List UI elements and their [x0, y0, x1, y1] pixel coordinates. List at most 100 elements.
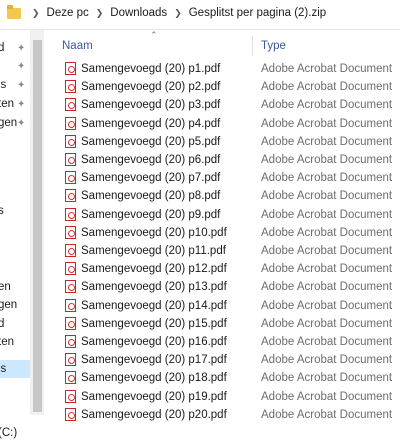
pdf-file-icon: [65, 225, 76, 239]
pdf-file-icon: [65, 389, 76, 403]
file-row[interactable]: Samengevoegd (20) p17.pdf Adobe Acrobat …: [46, 351, 400, 369]
file-name: Samengevoegd (20) p5.pdf: [81, 135, 221, 148]
pin-icon[interactable]: ✦: [17, 80, 25, 91]
pdf-file-icon: [65, 280, 76, 294]
pdf-file-icon: [65, 189, 76, 203]
file-type: Adobe Acrobat Document: [261, 317, 393, 330]
file-row[interactable]: Samengevoegd (20) p20.pdf Adobe Acrobat …: [46, 406, 400, 424]
nav-scrollbar-thumb[interactable]: [33, 40, 42, 412]
nav-item[interactable]: (C:): [0, 424, 46, 442]
file-type: Adobe Acrobat Document: [261, 263, 393, 276]
pdf-file-icon: [65, 371, 76, 385]
pin-icon[interactable]: ✦: [17, 118, 25, 129]
file-type: Adobe Acrobat Document: [261, 117, 393, 130]
address-bar[interactable]: ❯ Deze pc ❯ Downloads ❯ Gesplitst per pa…: [0, 0, 400, 30]
pdf-file-icon: [65, 80, 76, 94]
file-name: Samengevoegd (20) p8.pdf: [81, 190, 221, 203]
file-row[interactable]: Samengevoegd (20) p15.pdf Adobe Acrobat …: [46, 315, 400, 333]
nav-item-label: ten: [0, 98, 14, 110]
file-row[interactable]: Samengevoegd (20) p13.pdf Adobe Acrobat …: [46, 278, 400, 296]
pin-icon[interactable]: ✦: [17, 43, 25, 54]
file-row[interactable]: Samengevoegd (20) p5.pdf Adobe Acrobat D…: [46, 133, 400, 151]
file-type: Adobe Acrobat Document: [261, 390, 393, 403]
file-row[interactable]: Samengevoegd (20) p11.pdf Adobe Acrobat …: [46, 242, 400, 260]
nav-item-label: gen: [0, 299, 18, 311]
breadcrumb-item-downloads[interactable]: Downloads: [110, 7, 167, 19]
nav-item-label: d: [0, 42, 5, 54]
chevron-right-icon[interactable]: ❯: [96, 8, 104, 19]
file-type: Adobe Acrobat Document: [261, 226, 393, 239]
breadcrumb-item-zip[interactable]: Gesplitst per pagina (2).zip: [189, 7, 326, 19]
sort-ascending-icon: ⌃: [150, 30, 158, 40]
breadcrumb-item-this-pc[interactable]: Deze pc: [47, 7, 89, 19]
file-type: Adobe Acrobat Document: [261, 299, 393, 312]
file-name: Samengevoegd (20) p10.pdf: [81, 226, 227, 239]
file-name: Samengevoegd (20) p14.pdf: [81, 299, 227, 312]
file-name: Samengevoegd (20) p13.pdf: [81, 281, 227, 294]
file-name: Samengevoegd (20) p19.pdf: [81, 390, 227, 403]
file-name: Samengevoegd (20) p1.pdf: [81, 63, 221, 75]
file-name: Samengevoegd (20) p2.pdf: [81, 81, 221, 94]
file-type: Adobe Acrobat Document: [261, 281, 393, 294]
pdf-file-icon: [65, 353, 76, 367]
file-type: Adobe Acrobat Document: [261, 154, 393, 166]
chevron-right-icon: ❯: [32, 7, 40, 18]
file-row[interactable]: Samengevoegd (20) p3.pdf Adobe Acrobat D…: [46, 96, 400, 114]
file-row[interactable]: Samengevoegd (20) p7.pdf Adobe Acrobat D…: [46, 169, 400, 187]
nav-item-label: ls: [0, 363, 7, 375]
file-type: Adobe Acrobat Document: [261, 81, 393, 94]
nav-item-label: en: [0, 281, 11, 293]
file-row[interactable]: Samengevoegd (20) p9.pdf Adobe Acrobat D…: [46, 206, 400, 224]
column-header-row: ⌃ Naam Type: [46, 30, 400, 58]
file-type: Adobe Acrobat Document: [261, 245, 393, 257]
file-name: Samengevoegd (20) p20.pdf: [81, 408, 227, 421]
file-name: Samengevoegd (20) p18.pdf: [81, 372, 227, 385]
pdf-file-icon: [65, 316, 76, 330]
file-row[interactable]: Samengevoegd (20) p18.pdf Adobe Acrobat …: [46, 369, 400, 387]
nav-item-label: ls: [0, 79, 7, 91]
file-row[interactable]: Samengevoegd (20) p2.pdf Adobe Acrobat D…: [46, 78, 400, 96]
file-type: Adobe Acrobat Document: [261, 190, 393, 203]
pin-icon[interactable]: ✦: [17, 99, 25, 110]
file-name: Samengevoegd (20) p17.pdf: [81, 354, 227, 367]
file-type: Adobe Acrobat Document: [261, 208, 393, 221]
file-row[interactable]: Samengevoegd (20) p12.pdf Adobe Acrobat …: [46, 260, 400, 278]
pdf-file-icon: [65, 153, 76, 166]
pdf-file-icon: [65, 134, 76, 148]
column-header-type[interactable]: Type: [261, 40, 286, 52]
pdf-file-icon: [65, 116, 76, 130]
nav-item-label: s: [0, 205, 4, 217]
file-name: Samengevoegd (20) p9.pdf: [81, 208, 221, 221]
file-name: Samengevoegd (20) p11.pdf: [81, 245, 226, 257]
file-name: Samengevoegd (20) p16.pdf: [81, 336, 227, 348]
folder-icon: [7, 5, 21, 19]
file-row[interactable]: Samengevoegd (20) p19.pdf Adobe Acrobat …: [46, 388, 400, 406]
file-row[interactable]: Samengevoegd (20) p10.pdf Adobe Acrobat …: [46, 224, 400, 242]
file-type: Adobe Acrobat Document: [261, 354, 393, 367]
file-row[interactable]: Samengevoegd (20) p14.pdf Adobe Acrobat …: [46, 297, 400, 315]
file-row[interactable]: Samengevoegd (20) p8.pdf Adobe Acrobat D…: [46, 187, 400, 205]
file-type: Adobe Acrobat Document: [261, 99, 393, 112]
pin-icon[interactable]: ✦: [17, 61, 25, 72]
nav-item-selected[interactable]: ls: [0, 360, 32, 378]
pdf-file-icon: [65, 407, 76, 421]
column-divider[interactable]: [252, 36, 253, 56]
chevron-right-icon[interactable]: ❯: [174, 8, 182, 19]
file-row[interactable]: Samengevoegd (20) p16.pdf Adobe Acrobat …: [46, 333, 400, 351]
column-header-name[interactable]: Naam: [62, 40, 93, 52]
nav-item-label: ten: [0, 336, 14, 348]
file-row[interactable]: Samengevoegd (20) p4.pdf Adobe Acrobat D…: [46, 115, 400, 133]
file-row[interactable]: Samengevoegd (20) p6.pdf Adobe Acrobat D…: [46, 151, 400, 169]
breadcrumb: ❯ Deze pc ❯ Downloads ❯ Gesplitst per pa…: [25, 7, 326, 19]
pdf-file-icon: [65, 335, 76, 348]
pdf-file-icon: [65, 244, 76, 257]
file-row[interactable]: Samengevoegd (20) p1.pdf Adobe Acrobat D…: [46, 60, 400, 78]
nav-item-label: (C:): [0, 427, 18, 439]
file-name: Samengevoegd (20) p7.pdf: [81, 172, 221, 185]
pdf-file-icon: [65, 207, 76, 221]
pdf-file-icon: [65, 98, 76, 112]
pdf-file-icon: [65, 262, 76, 276]
pdf-file-icon: [65, 62, 76, 75]
file-name: Samengevoegd (20) p12.pdf: [81, 263, 227, 276]
pdf-file-icon: [65, 171, 76, 185]
